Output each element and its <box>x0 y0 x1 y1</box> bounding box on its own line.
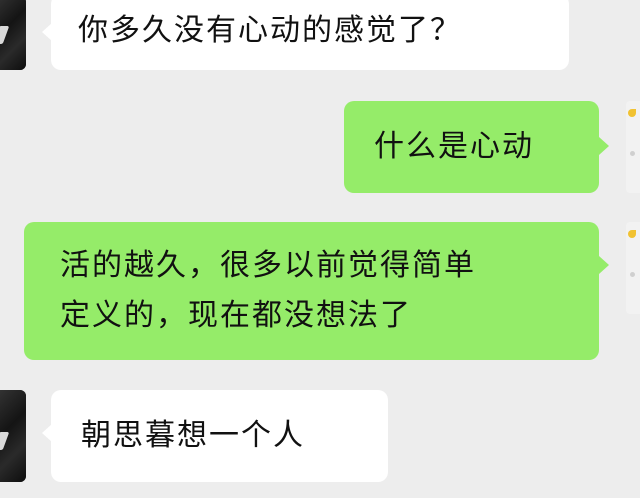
message-text: 你多久没有心动的感觉了？ <box>78 13 462 48</box>
message-bubble-incoming[interactable]: 朝思暮想一个人 <box>51 390 388 482</box>
message-bubble-outgoing[interactable]: 活的越久，很多以前觉得简单 定义的，现在都没想法了 <box>24 222 599 360</box>
message-text: 朝思暮想一个人 <box>81 418 305 453</box>
contact-avatar[interactable] <box>0 0 26 70</box>
message-bubble-outgoing[interactable]: 什么是心动 <box>344 101 599 193</box>
bubble-tail <box>599 256 609 274</box>
chat-area: 你多久没有心动的感觉了？ 什么是心动 活的越久，很多以前觉得简单 定义的，现在都… <box>0 0 640 498</box>
sparkle-icon <box>628 230 636 238</box>
sparkle-icon <box>628 109 636 117</box>
message-text-line: 活的越久，很多以前觉得简单 <box>60 248 476 283</box>
message-text-line: 定义的，现在都没想法了 <box>60 298 412 333</box>
message-bubble-incoming[interactable]: 你多久没有心动的感觉了？ <box>51 0 569 70</box>
bubble-tail <box>599 137 609 155</box>
avatar-detail <box>630 272 635 277</box>
contact-avatar[interactable] <box>0 390 26 482</box>
self-avatar[interactable] <box>626 101 640 193</box>
message-text: 什么是心动 <box>374 129 534 164</box>
self-avatar[interactable] <box>626 222 640 314</box>
avatar-detail <box>630 151 635 156</box>
